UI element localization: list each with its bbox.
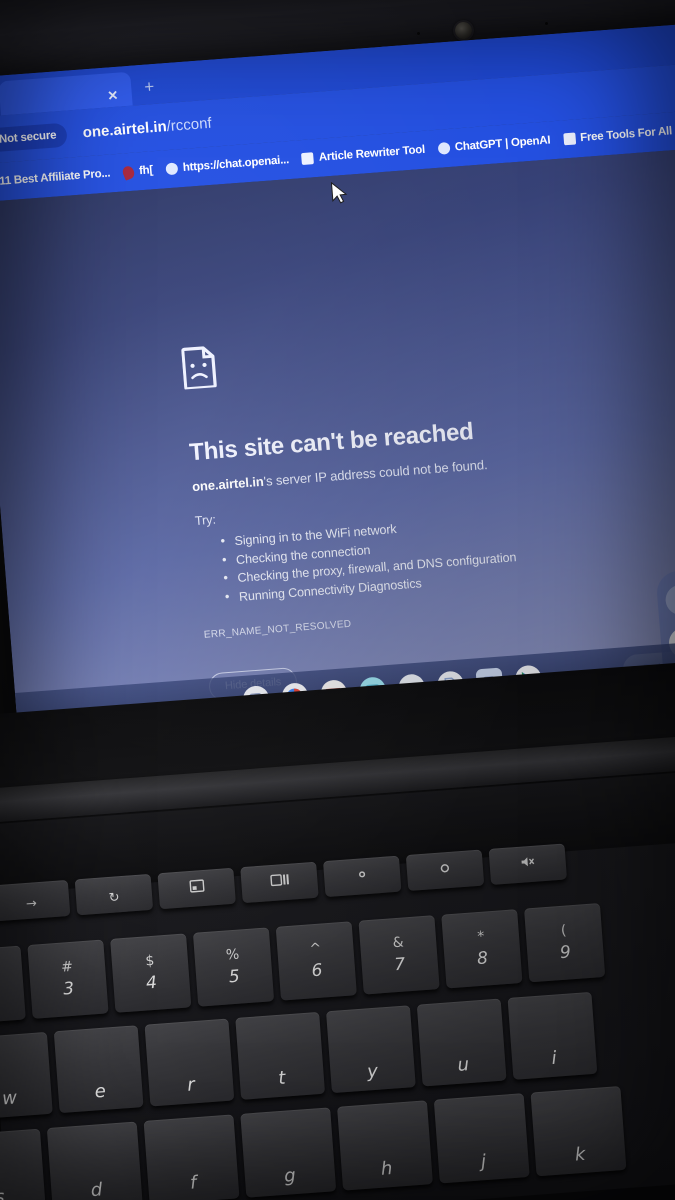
key-u[interactable]: u: [416, 998, 507, 1087]
sad-file-icon: [181, 345, 219, 394]
key-brightness-down[interactable]: [323, 855, 402, 898]
mouse-cursor-icon: [330, 181, 349, 211]
page-title: This site can't be reached: [188, 417, 475, 467]
key-4[interactable]: $4: [110, 933, 192, 1013]
key-k[interactable]: k: [530, 1086, 627, 1177]
key-mute[interactable]: [488, 843, 568, 885]
error-code: ERR_NAME_NOT_RESOLVED: [203, 618, 352, 641]
key-brightness-up[interactable]: [405, 849, 485, 892]
bookmark-label: fh[: [138, 164, 154, 178]
key-y[interactable]: y: [326, 1005, 416, 1094]
error-subtitle-rest: 's server IP address could not be found.: [263, 457, 489, 489]
url-path: /rcconf: [166, 114, 213, 136]
key-reload[interactable]: ↻: [74, 873, 154, 916]
key-fullscreen[interactable]: [157, 867, 236, 910]
security-badge-label: Not secure: [0, 129, 57, 146]
microphone-hole-icon: [545, 22, 548, 25]
page-favicon: [301, 152, 315, 166]
key-3[interactable]: #3: [27, 939, 109, 1019]
keyboard: →↻ @2#3$4%5^6&7*8(9 wertyui sdfghjk: [0, 831, 675, 1200]
key-e[interactable]: e: [53, 1025, 144, 1114]
bookmark-item[interactable]: https://chat.openai...: [160, 152, 294, 178]
laptop-photo: ✕ + Not secure one.airtel.in/rcconf 11 B…: [0, 0, 675, 1200]
close-icon[interactable]: ✕: [104, 87, 121, 104]
key-8[interactable]: * 8: [441, 909, 523, 989]
bookmark-label: https://chat.openai...: [182, 154, 290, 174]
bookmark-label: ChatGPT | OpenAI: [454, 134, 551, 154]
key-i[interactable]: i: [507, 991, 598, 1080]
key-5[interactable]: % 5: [192, 927, 275, 1007]
error-subtitle-host: one.airtel.in: [191, 473, 265, 495]
microphone-hole-icon: [417, 32, 420, 35]
key-forward[interactable]: →: [0, 879, 71, 922]
key-t[interactable]: t: [235, 1011, 326, 1100]
error-page: This site can't be reached one.airtel.in…: [0, 146, 675, 741]
key-r[interactable]: r: [144, 1018, 235, 1107]
bookmark-item[interactable]: ChatGPT | OpenAI: [432, 132, 556, 157]
bookmark-item[interactable]: fh[: [118, 161, 159, 181]
bookmark-label: 11 Best Affiliate Pro...: [0, 167, 111, 188]
key-w[interactable]: w: [0, 1031, 53, 1120]
bookmark-item[interactable]: Free Tools For All: [558, 123, 675, 148]
bookmark-drop-icon: [121, 163, 137, 181]
laptop-screen: ✕ + Not secure one.airtel.in/rcconf 11 B…: [0, 21, 675, 741]
bookmark-item[interactable]: Article Rewriter Tool: [296, 141, 430, 167]
page-favicon: [562, 132, 576, 146]
key-g[interactable]: g: [240, 1107, 337, 1198]
key-j[interactable]: j: [433, 1093, 530, 1184]
new-tab-button[interactable]: +: [140, 77, 159, 97]
key-f[interactable]: f: [143, 1114, 240, 1200]
circle-favicon: [165, 162, 179, 176]
key-h[interactable]: h: [337, 1100, 433, 1191]
bookmark-item[interactable]: 11 Best Affiliate Pro...: [0, 165, 116, 192]
collapse-button[interactable]: [664, 583, 675, 616]
key-d[interactable]: d: [46, 1121, 143, 1200]
circle-favicon: [437, 141, 451, 155]
key-s[interactable]: s: [0, 1128, 46, 1200]
url-domain: one.airtel.in: [82, 118, 168, 142]
key-7[interactable]: & 7: [358, 915, 440, 995]
bookmark-label: Free Tools For All: [579, 125, 673, 145]
suggestion-list: Signing in to the WiFi networkChecking t…: [218, 511, 519, 607]
try-label: Try:: [194, 512, 217, 529]
key-6[interactable]: ^ 6: [275, 921, 357, 1001]
key-9[interactable]: (9: [524, 903, 606, 983]
bookmark-label: Article Rewriter Tool: [318, 143, 426, 164]
key-overview[interactable]: [240, 861, 319, 904]
key-2[interactable]: @2: [0, 945, 26, 1025]
